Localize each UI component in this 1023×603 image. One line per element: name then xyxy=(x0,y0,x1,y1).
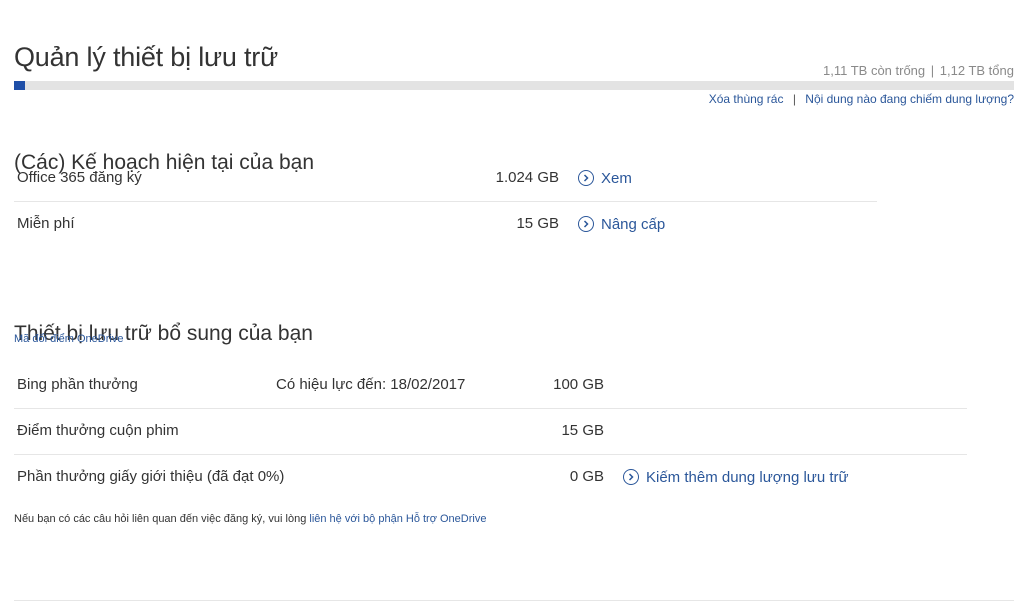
plan-name: Miễn phí xyxy=(17,215,75,232)
plan-size: 1.024 GB xyxy=(495,169,559,186)
page-title: Quản lý thiết bị lưu trữ xyxy=(14,42,278,73)
additional-storage-row: Điểm thưởng cuộn phim 15 GB xyxy=(14,408,967,455)
view-plan-link[interactable]: Xem xyxy=(578,155,632,201)
additional-storage-row: Bing phần thưởng Có hiệu lực đến: 18/02/… xyxy=(14,362,967,409)
upgrade-plan-label: Nâng cấp xyxy=(601,215,666,233)
plan-row: Miễn phí 15 GB Nâng cấp xyxy=(14,201,877,247)
total-space-text: 1,12 TB tổng xyxy=(939,63,1014,78)
valid-until-text: Có hiệu lực đến: 18/02/2017 xyxy=(276,376,466,393)
links-divider: | xyxy=(792,92,796,106)
storage-source-size: 15 GB xyxy=(561,422,604,439)
storage-usage-fill xyxy=(14,81,25,90)
free-space-text: 1,11 TB còn trống xyxy=(823,63,926,78)
chevron-right-circle-icon xyxy=(623,469,639,485)
upgrade-plan-link[interactable]: Nâng cấp xyxy=(578,201,665,247)
storage-source-name: Phần thưởng giấy giới thiệu (đã đạt 0%) xyxy=(17,468,285,485)
summary-separator: | xyxy=(930,63,935,78)
additional-storage-row: Phần thưởng giấy giới thiệu (đã đạt 0%) … xyxy=(14,454,967,500)
plan-name: Office 365 đăng ký xyxy=(17,169,142,186)
redeem-code-link[interactable]: Mã đổi điểm OneDrive xyxy=(14,333,123,345)
plan-row: Office 365 đăng ký 1.024 GB Xem xyxy=(14,155,877,202)
support-footnote-text: Nếu bạn có các câu hỏi liên quan đến việ… xyxy=(14,513,307,525)
view-plan-label: Xem xyxy=(601,169,632,187)
plan-size: 15 GB xyxy=(516,215,559,232)
storage-management-page: Quản lý thiết bị lưu trữ 1,11 TB còn trố… xyxy=(0,0,1023,603)
support-footnote: Nếu bạn có các câu hỏi liên quan đến việ… xyxy=(14,513,486,525)
earn-more-storage-link[interactable]: Kiếm thêm dung lượng lưu trữ xyxy=(623,454,849,500)
chevron-right-circle-icon xyxy=(578,170,594,186)
storage-usage-bar xyxy=(14,81,1014,90)
storage-summary: 1,11 TB còn trống | 1,12 TB tổng xyxy=(823,63,1014,78)
bottom-divider xyxy=(14,600,1014,601)
whats-taking-space-link[interactable]: Nội dung nào đang chiếm dung lượng? xyxy=(805,92,1014,106)
storage-source-name: Bing phần thưởng xyxy=(17,376,138,393)
storage-source-size: 100 GB xyxy=(553,376,604,393)
contact-support-link[interactable]: liên hệ với bộ phận Hỗ trợ OneDrive xyxy=(309,513,486,525)
storage-links: Xóa thùng rác | Nội dung nào đang chiếm … xyxy=(709,92,1014,106)
empty-recycle-bin-link[interactable]: Xóa thùng rác xyxy=(709,92,784,106)
storage-source-size: 0 GB xyxy=(569,468,604,485)
earn-more-storage-label: Kiếm thêm dung lượng lưu trữ xyxy=(646,468,849,486)
chevron-right-circle-icon xyxy=(578,216,594,232)
storage-source-name: Điểm thưởng cuộn phim xyxy=(17,422,179,439)
